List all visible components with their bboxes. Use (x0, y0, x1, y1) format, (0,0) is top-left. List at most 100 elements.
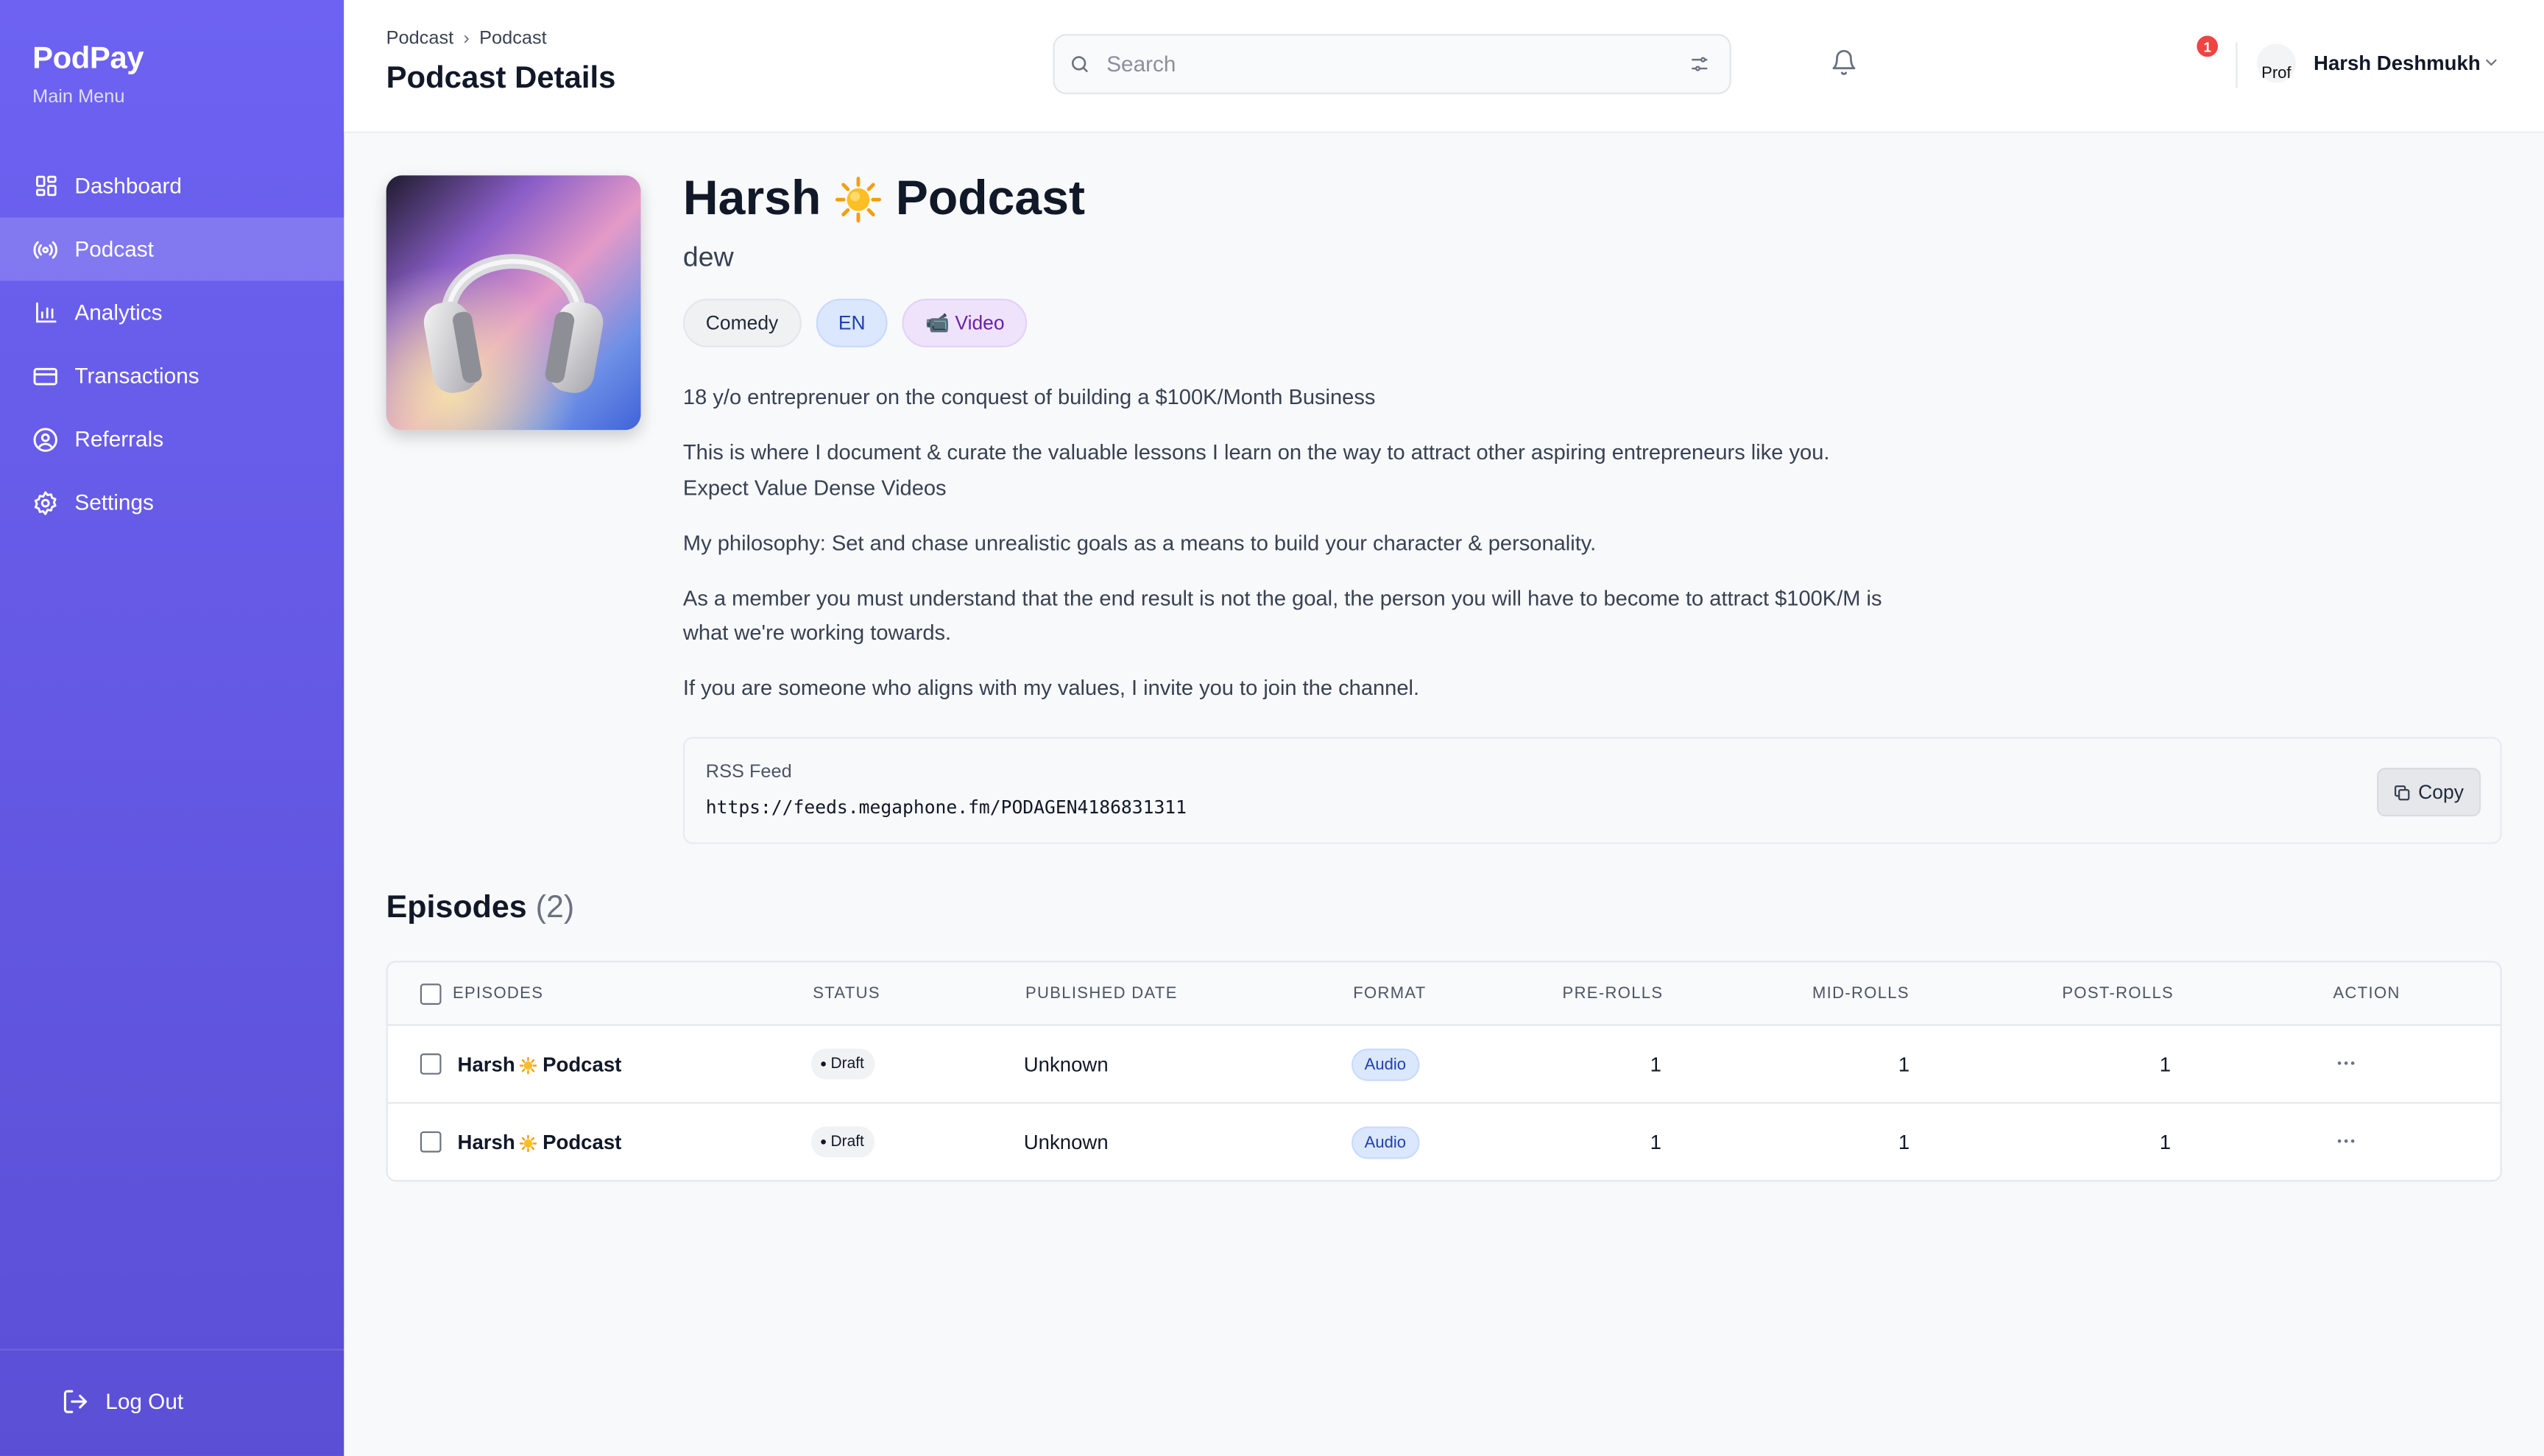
episodes-heading-label: Episodes (386, 889, 527, 925)
sun-icon (520, 1056, 538, 1074)
breadcrumb-item[interactable]: Podcast (386, 29, 454, 49)
column-header-format: FORMAT (1353, 985, 1427, 1003)
podcast-title-last: Podcast (895, 172, 1086, 226)
bell-icon[interactable] (1830, 49, 1859, 78)
breadcrumb-separator: › (463, 29, 470, 49)
episodes-table: EPISODES STATUS PUBLISHED DATE FORMAT PR… (386, 961, 2502, 1182)
avatar-alt-text: Prof (2261, 65, 2292, 83)
episodes-count: (2) (535, 889, 575, 925)
avatar[interactable]: Prof (2256, 43, 2296, 83)
page-title: Podcast Details (386, 61, 616, 96)
episode-title-first: Harsh (457, 1131, 515, 1154)
row-checkbox[interactable] (420, 1131, 442, 1153)
breadcrumb-item: Podcast (479, 29, 547, 49)
episode-title-last: Podcast (543, 1131, 622, 1154)
sun-icon (520, 1134, 538, 1152)
post-rolls-count: 1 (2159, 1053, 2172, 1076)
filter-sliders-icon[interactable] (1689, 53, 1711, 76)
notification-badge: 1 (2197, 35, 2219, 57)
status-badge: Draft (811, 1048, 875, 1080)
row-checkbox[interactable] (420, 1053, 442, 1075)
copy-label: Copy (2418, 780, 2464, 804)
more-options-icon[interactable] (2335, 1130, 2361, 1153)
episode-title-first: Harsh (457, 1053, 515, 1076)
user-name[interactable]: Harsh Deshmukh (2314, 52, 2481, 75)
sidebar: PodPay Main Menu Dashboard Podcast Analy… (0, 0, 344, 1456)
post-rolls-count: 1 (2159, 1131, 2172, 1154)
logout-button[interactable]: Log Out (62, 1388, 183, 1415)
column-header-status: STATUS (813, 985, 880, 1003)
search-icon (1070, 53, 1092, 76)
podcast-title: Harsh Podcast (683, 172, 1085, 227)
rss-feed-box: RSS Feed https://feeds.megaphone.fm/PODA… (682, 737, 2502, 844)
description-paragraph: If you are someone who aligns with my va… (682, 675, 1420, 700)
podcast-tags: Comedy EN 📹 Video (682, 298, 1028, 347)
episode-title[interactable]: Harsh Podcast (458, 1053, 622, 1076)
category-tag: Comedy (682, 298, 802, 347)
description-paragraph: This is where I document & curate the va… (682, 439, 1830, 500)
chevron-down-icon[interactable] (2482, 54, 2501, 73)
credit-card-icon (32, 363, 58, 389)
sidebar-item-label: Referrals (74, 426, 164, 452)
search-input[interactable] (1106, 52, 1689, 77)
search-bar (1053, 34, 1731, 94)
sidebar-item-label: Analytics (74, 300, 163, 325)
copy-button[interactable]: Copy (2377, 768, 2481, 817)
main-menu-label: Main Menu (32, 88, 125, 107)
sidebar-item-label: Settings (74, 490, 154, 515)
status-dot-icon (821, 1061, 826, 1067)
sidebar-item-settings[interactable]: Settings (0, 470, 344, 534)
rss-feed-url[interactable]: https://feeds.megaphone.fm/PODAGEN418683… (706, 797, 1187, 819)
podcast-subtitle: dew (682, 241, 734, 273)
app-logo: PodPay (32, 42, 144, 77)
status-label: Draft (830, 1055, 864, 1073)
sidebar-item-transactions[interactable]: Transactions (0, 344, 344, 407)
table-row[interactable]: Harsh Podcast Draft Unknown Audio 1 1 1 (387, 1026, 2501, 1104)
column-header-episodes: EPISODES (452, 985, 544, 1003)
table-row[interactable]: Harsh Podcast Draft Unknown Audio 1 1 1 (388, 1106, 2501, 1180)
column-header-mid-rolls: MID-ROLLS (1812, 985, 1909, 1003)
podcast-description: 18 y/o entreprenuer on the conquest of b… (683, 380, 1884, 726)
sidebar-item-label: Transactions (74, 363, 199, 389)
language-tag: EN (815, 298, 888, 347)
column-header-action: ACTION (2333, 985, 2400, 1003)
episodes-heading: Episodes (2) (386, 889, 575, 927)
published-date: Unknown (1023, 1053, 1109, 1076)
sidebar-item-dashboard[interactable]: Dashboard (0, 154, 344, 217)
dashboard-icon (32, 173, 58, 199)
sidebar-item-analytics[interactable]: Analytics (0, 280, 344, 344)
sidebar-item-referrals[interactable]: Referrals (0, 407, 344, 470)
description-paragraph: My philosophy: Set and chase unrealistic… (682, 529, 1597, 555)
user-circle-icon (32, 426, 58, 452)
sidebar-item-label: Podcast (74, 236, 154, 262)
breadcrumb: Podcast › Podcast (386, 29, 547, 49)
column-header-published-date: PUBLISHED DATE (1025, 985, 1178, 1003)
broadcast-icon (32, 236, 58, 262)
more-options-icon[interactable] (2335, 1052, 2361, 1075)
format-badge: Audio (1352, 1126, 1419, 1159)
mid-rolls-count: 1 (1898, 1053, 1910, 1076)
sidebar-item-podcast[interactable]: Podcast (0, 217, 344, 281)
sidebar-item-label: Dashboard (74, 173, 182, 199)
description-paragraph: As a member you must understand that the… (682, 584, 1882, 645)
column-header-pre-rolls: PRE-ROLLS (1562, 985, 1664, 1003)
published-date: Unknown (1023, 1131, 1109, 1154)
logout-label: Log Out (105, 1389, 184, 1414)
podcast-title-first: Harsh (682, 172, 822, 226)
format-tag: 📹 Video (902, 298, 1028, 347)
gear-icon (32, 490, 58, 515)
app-root: PodPay Main Menu Dashboard Podcast Analy… (0, 0, 2544, 1456)
select-all-checkbox[interactable] (420, 983, 442, 1005)
pre-rolls-count: 1 (1650, 1053, 1661, 1076)
top-header: Podcast › Podcast Podcast Details 1 Prof… (344, 0, 2544, 133)
copy-icon (2394, 783, 2412, 801)
sidebar-divider (0, 1349, 344, 1351)
status-dot-icon (821, 1139, 826, 1145)
header-divider (2236, 42, 2238, 88)
pre-rolls-count: 1 (1650, 1131, 1661, 1154)
bar-chart-icon (32, 300, 58, 325)
logout-icon (62, 1388, 89, 1415)
episode-title-last: Podcast (543, 1053, 622, 1076)
mid-rolls-count: 1 (1898, 1131, 1910, 1154)
episode-title[interactable]: Harsh Podcast (458, 1131, 622, 1154)
